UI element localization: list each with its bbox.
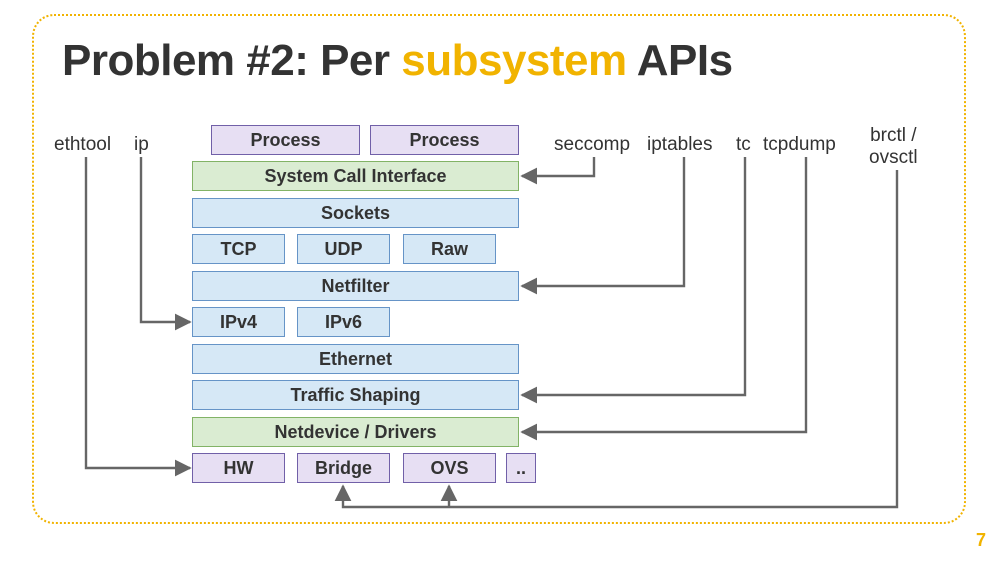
dotted-frame [32,14,966,524]
label-tcpdump: tcpdump [763,134,836,156]
label-brctl: brctl / ovsctl [869,125,918,169]
box-system-call-interface: System Call Interface [192,161,519,191]
box-bridge: Bridge [297,453,390,483]
box-netdevice: Netdevice / Drivers [192,417,519,447]
label-ip: ip [134,134,149,156]
box-tcp: TCP [192,234,285,264]
box-udp: UDP [297,234,390,264]
box-ovs: OVS [403,453,496,483]
box-process-1: Process [211,125,360,155]
page-number: 7 [976,530,986,551]
box-sockets: Sockets [192,198,519,228]
page-title: Problem #2: Per subsystem APIs [62,36,733,86]
title-suffix: APIs [627,36,733,85]
box-ipv4: IPv4 [192,307,285,337]
label-seccomp: seccomp [554,134,630,156]
box-traffic-shaping: Traffic Shaping [192,380,519,410]
title-prefix: Problem #2: Per [62,36,401,85]
box-raw: Raw [403,234,496,264]
box-netfilter: Netfilter [192,271,519,301]
box-hw: HW [192,453,285,483]
label-ethtool: ethtool [54,134,111,156]
box-ipv6: IPv6 [297,307,390,337]
box-more: .. [506,453,536,483]
box-process-2: Process [370,125,519,155]
label-tc: tc [736,134,751,156]
label-iptables: iptables [647,134,713,156]
slide: Problem #2: Per subsystem APIs ethtool i… [0,0,1000,561]
title-accent: subsystem [401,36,626,85]
box-ethernet: Ethernet [192,344,519,374]
